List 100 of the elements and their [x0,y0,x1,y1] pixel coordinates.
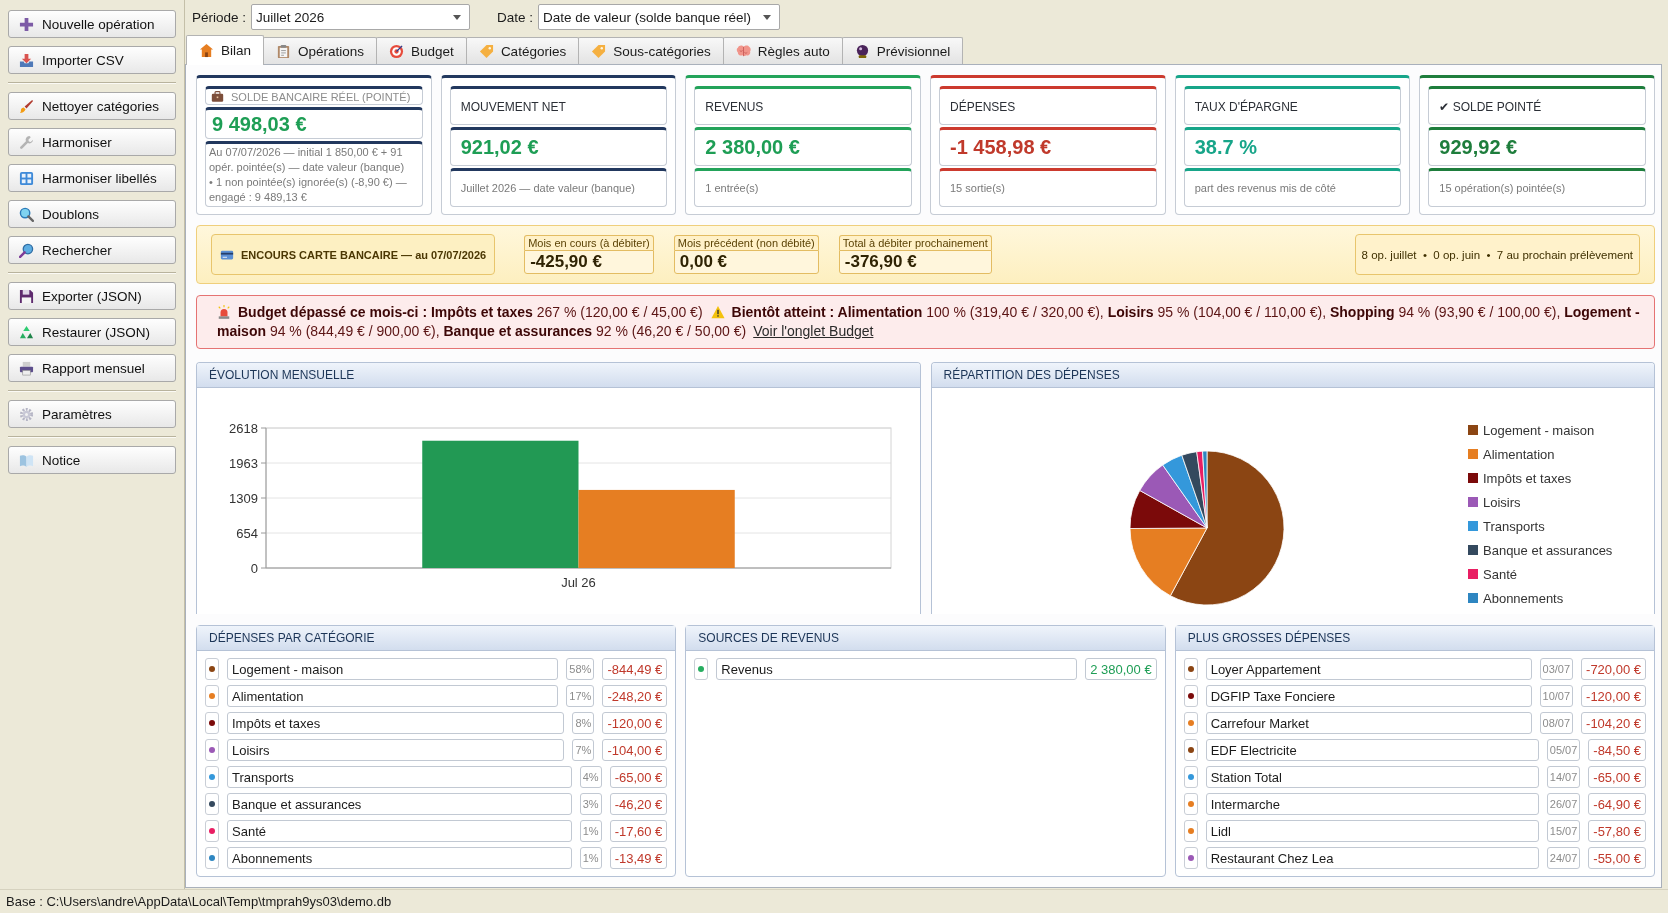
tab[interactable]: Bilan [186,35,265,65]
legend-label: Abonnements [1482,590,1563,606]
kpi-title: MOUVEMENT NET [460,99,566,114]
kpi-title: ✔ SOLDE POINTÉ [1439,99,1542,114]
amount-cell: -104,00 € [602,739,668,761]
card-summary: 8 op. juillet • 0 op. juin • 7 au prochain prélèvement [1354,234,1640,275]
amount-cell: 2 380,00 € [1085,658,1157,680]
amount-cell: -17,60 € [609,820,668,842]
kpi-value: -1 458,98 € [950,136,1052,159]
name-cell: EDF Electricite [1205,739,1539,761]
amount-cell: -55,00 € [1588,847,1646,869]
gear-icon [19,406,34,422]
axis-label: 654 [236,525,258,541]
amount-cell: -844,49 € [602,658,668,680]
brain-icon [735,43,751,59]
name-cell: Santé [227,820,572,842]
name-cell: Transports [227,766,572,788]
sidebar-button[interactable]: Nettoyer catégories [8,92,176,120]
tab[interactable]: Règles auto [722,37,843,64]
search-icon [19,206,34,222]
figure-value: -425,90 € [524,250,654,274]
amount-cell: -120,00 € [602,712,668,734]
date-cell: 26/07 [1546,793,1581,815]
kpi-note: Juillet 2026 — date valeur (banque) [460,181,635,196]
inbox-tray-icon [19,52,34,68]
triangles-icon [19,324,34,340]
date-cell: 10/07 [1539,685,1574,707]
date-dropdown[interactable]: Date de valeur (solde banque réel) [538,4,780,30]
tab[interactable]: Opérations [263,37,378,64]
grid-icon [19,170,34,186]
date-cell: 24/07 [1546,847,1581,869]
sidebar-button[interactable]: Importer CSV [8,46,176,74]
tab[interactable]: Budget [376,37,467,64]
kpi-value: 38.7 % [1194,136,1257,159]
search-icon [19,242,34,258]
kpi-note: part des revenus mis de côté [1194,181,1336,196]
axis-label: 1309 [229,490,258,506]
plus-icon [19,16,34,32]
name-cell: DGFIP Taxe Fonciere [1205,685,1532,707]
wrench-icon [19,134,34,150]
panel-title: SOURCES DE REVENUS [686,626,1165,651]
date-cell: 14/07 [1546,766,1581,788]
kpi-note: 1 entrée(s) [705,181,759,196]
kpi-value: 2 380,00 € [705,136,800,159]
sidebar-button[interactable]: Paramètres [8,400,176,428]
kpi-value: 929,92 € [1439,136,1518,159]
figure-value: -376,90 € [838,250,992,274]
legend-label: Loisirs [1482,494,1521,510]
sidebar-button[interactable]: Exporter (JSON) [8,282,176,310]
amount-cell: -46,20 € [609,793,668,815]
share-cell: 17% [566,685,595,707]
tab[interactable]: Sous-catégories [578,37,724,64]
period-dropdown[interactable]: Juillet 2026 [251,4,471,30]
sidebar-button[interactable]: Harmoniser [8,128,176,156]
amount-cell: -104,20 € [1581,712,1646,734]
sidebar-button[interactable]: Restaurer (JSON) [8,318,176,346]
figure-label: Mois précédent (non débité) [673,235,819,250]
kpi-title: REVENUS [705,99,764,114]
sidebar-button[interactable]: Doublons [8,200,176,228]
legend-label: Logement - maison [1482,422,1594,438]
sidebar-button[interactable]: Rapport mensuel [8,354,176,382]
date-cell: 08/07 [1539,712,1574,734]
kpi-title: SOLDE BANCAIRE RÉEL (POINTÉ) [230,90,412,103]
name-cell: Lidl [1205,820,1539,842]
name-cell: Restaurant Chez Lea [1205,847,1539,869]
printer-icon [19,360,34,376]
name-cell: Loisirs [227,739,565,761]
amount-cell: -64,90 € [1588,793,1646,815]
share-cell: 4% [579,766,602,788]
field-label: Période : [192,9,247,25]
name-cell: Revenus [716,658,1078,680]
caret-icon [453,14,462,20]
tab[interactable]: Catégories [465,37,580,64]
amount-cell: -57,80 € [1588,820,1646,842]
legend-label: Banque et assurances [1482,542,1612,558]
legend-label: Santé [1482,566,1517,582]
date-cell: 03/07 [1539,658,1574,680]
briefcase-icon [211,90,224,103]
share-cell: 1% [579,847,602,869]
amount-cell: -65,00 € [609,766,668,788]
target-icon [389,43,405,59]
clipboard-icon [276,43,292,59]
name-cell: Alimentation [227,685,559,707]
name-cell: Loyer Appartement [1205,658,1532,680]
house-icon [199,43,214,58]
name-cell: Abonnements [227,847,572,869]
legend-label: Alimentation [1482,446,1555,462]
figure-label: Mois en cours (à débiter) [524,235,654,250]
share-cell: 58% [566,658,595,680]
budget-tab-link[interactable]: Voir l'onglet Budget [753,323,874,339]
kpi-note: 15 sortie(s) [950,181,1006,196]
siren-icon [217,305,231,319]
tag-icon [478,43,494,59]
share-cell: 1% [579,820,602,842]
name-cell: Logement - maison [227,658,559,680]
sidebar-button[interactable]: Notice [8,446,176,474]
sidebar-button[interactable]: Harmoniser libellés [8,164,176,192]
tab[interactable]: Prévisionnel [841,37,964,64]
sidebar-button[interactable]: Nouvelle opération [8,10,176,38]
sidebar-button[interactable]: Rechercher [8,236,176,264]
